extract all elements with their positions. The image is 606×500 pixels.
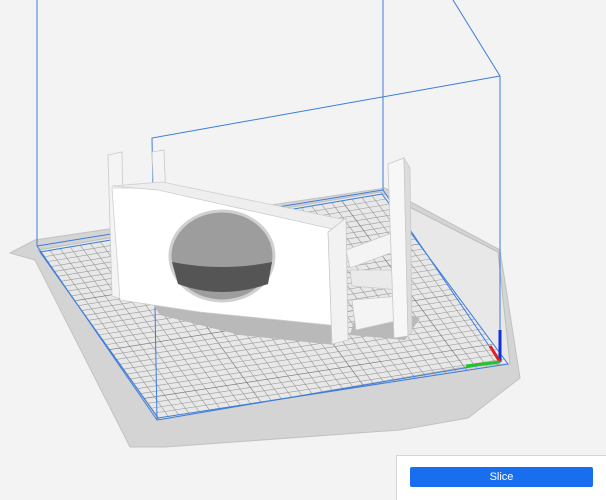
3d-viewport[interactable] <box>0 0 606 500</box>
slice-button[interactable]: Slice <box>410 467 593 487</box>
slice-panel: Slice <box>396 455 606 500</box>
